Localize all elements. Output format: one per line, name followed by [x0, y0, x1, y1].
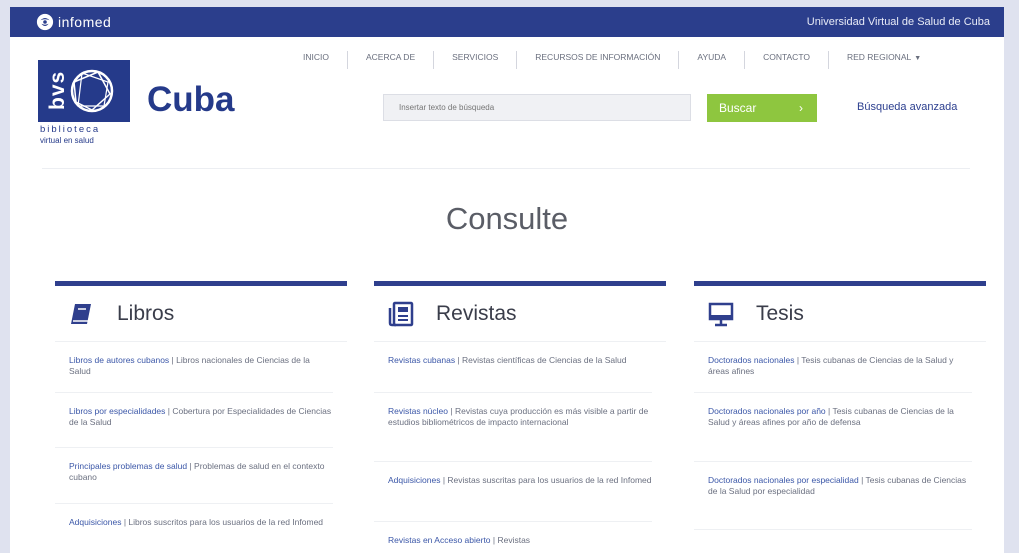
logo-country: Cuba: [147, 80, 235, 119]
universidad-link[interactable]: Universidad Virtual de Salud de Cuba: [807, 16, 990, 28]
logo-subtitle-virtual: virtual en salud: [40, 136, 94, 145]
search-button-label: Buscar: [719, 101, 757, 115]
item-link[interactable]: Principales problemas de salud: [69, 461, 187, 471]
item-link[interactable]: Adquisiciones: [388, 475, 440, 485]
book-icon: [71, 303, 91, 324]
nav-inicio[interactable]: INICIO: [285, 51, 347, 69]
logo-subtitle-biblioteca: biblioteca: [40, 124, 101, 135]
item-link[interactable]: Doctorados nacionales por año: [708, 406, 826, 416]
list-item[interactable]: Doctorados nacionales por año | Tesis cu…: [694, 393, 972, 462]
main-nav: INICIO ACERCA DE SERVICIOS RECURSOS DE I…: [285, 51, 939, 69]
item-link[interactable]: Revistas núcleo: [388, 406, 448, 416]
nav-contacto[interactable]: CONTACTO: [744, 51, 828, 69]
bvs-logo[interactable]: bvs Cuba biblioteca virtual en salud: [32, 60, 262, 150]
column-title: Revistas: [436, 301, 517, 325]
item-link[interactable]: Revistas en Acceso abierto: [388, 535, 491, 545]
chevron-right-icon: ›: [799, 101, 803, 115]
nav-red-regional-label: RED REGIONAL: [846, 52, 912, 62]
top-bar: infomed Universidad Virtual de Salud de …: [10, 7, 1004, 37]
logo-box: bvs: [38, 60, 130, 122]
advanced-search-link[interactable]: Búsqueda avanzada: [857, 101, 957, 113]
infomed-logo-icon: [36, 13, 54, 31]
chevron-down-icon: ▼: [914, 55, 922, 62]
list-item[interactable]: Doctorados nacionales | Tesis cubanas de…: [694, 342, 972, 393]
column-header[interactable]: Libros: [55, 286, 347, 342]
column-tesis: Tesis Doctorados nacionales | Tesis cuba…: [694, 281, 986, 530]
column-title: Tesis: [756, 301, 804, 325]
list-item[interactable]: Libros de autores cubanos | Libros nacio…: [55, 342, 333, 393]
column-title: Libros: [117, 301, 175, 325]
nav-recursos[interactable]: RECURSOS DE INFORMACIÓN: [516, 51, 678, 69]
infomed-brand[interactable]: infomed: [36, 13, 111, 31]
column-libros: Libros Libros de autores cubanos | Libro…: [55, 281, 347, 553]
list-item[interactable]: Revistas núcleo | Revistas cuya producci…: [374, 393, 652, 462]
item-desc: | Revistas científicas de Ciencias de la…: [455, 355, 627, 365]
item-desc: | Libros suscritos para los usuarios de …: [121, 517, 324, 527]
item-desc: | Revistas suscritas para los usuarios d…: [440, 475, 652, 485]
column-header[interactable]: Revistas: [374, 286, 666, 342]
page-heading: Consulte: [445, 201, 569, 236]
nav-servicios[interactable]: SERVICIOS: [433, 51, 516, 69]
nav-ayuda[interactable]: AYUDA: [678, 51, 744, 69]
item-link[interactable]: Revistas cubanas: [388, 355, 455, 365]
item-desc: | Revistas: [490, 535, 531, 545]
list-item[interactable]: Revistas en Acceso abierto | Revistas: [374, 522, 652, 553]
item-link[interactable]: Libros por especialidades: [69, 406, 165, 416]
page-content: INICIO ACERCA DE SERVICIOS RECURSOS DE I…: [10, 37, 1004, 553]
item-link[interactable]: Doctorados nacionales: [708, 355, 794, 365]
brand-label: infomed: [58, 14, 112, 30]
nav-acerca-de[interactable]: ACERCA DE: [346, 51, 433, 69]
column-header[interactable]: Tesis: [694, 286, 986, 342]
search-input[interactable]: [383, 94, 691, 121]
logo-bvs-text: bvs: [46, 70, 69, 110]
item-link[interactable]: Libros de autores cubanos: [69, 355, 169, 365]
monitor-icon: [708, 302, 734, 326]
column-revistas: Revistas Revistas cubanas | Revistas cie…: [374, 281, 666, 553]
divider: [42, 168, 970, 169]
list-item[interactable]: Principales problemas de salud | Problem…: [55, 448, 333, 504]
list-item[interactable]: Revistas cubanas | Revistas científicas …: [374, 342, 652, 393]
list-item[interactable]: Adquisiciones | Revistas suscritas para …: [374, 462, 652, 522]
nav-red-regional[interactable]: RED REGIONAL ▼: [827, 51, 939, 69]
list-item[interactable]: Doctorados nacionales por especialidad |…: [694, 462, 972, 530]
newspaper-icon: [388, 301, 414, 326]
search-button[interactable]: Buscar ›: [707, 94, 817, 122]
item-link[interactable]: Adquisiciones: [69, 517, 121, 527]
list-item[interactable]: Adquisiciones | Libros suscritos para lo…: [55, 504, 333, 553]
list-item[interactable]: Libros por especialidades | Cobertura po…: [55, 393, 333, 448]
item-link[interactable]: Doctorados nacionales por especialidad: [708, 475, 859, 485]
